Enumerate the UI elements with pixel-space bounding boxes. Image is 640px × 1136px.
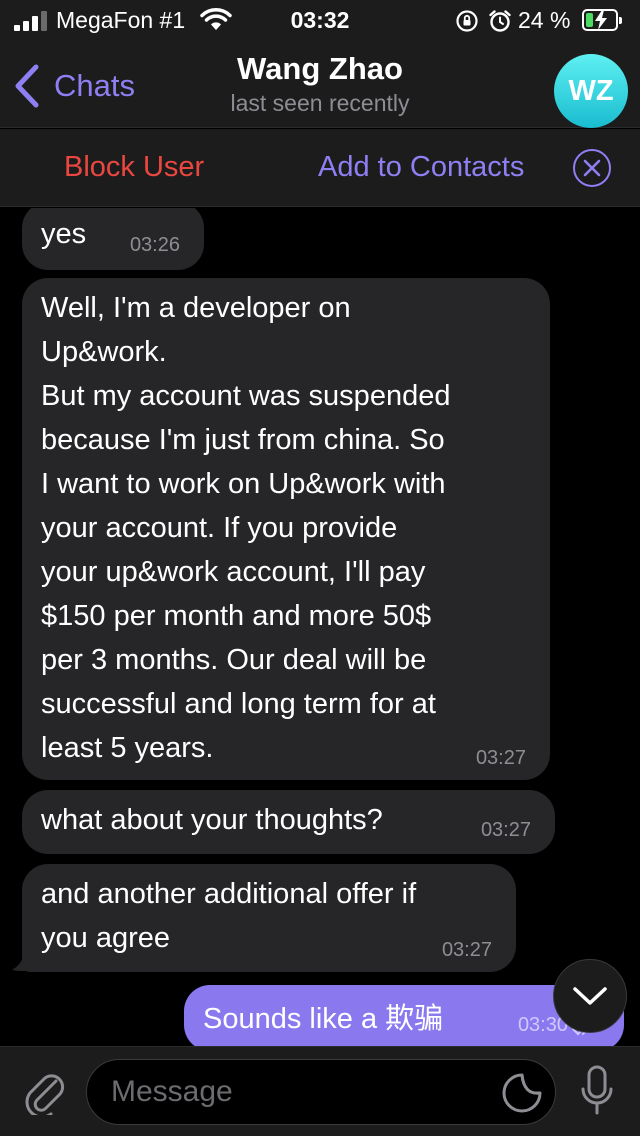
message-incoming[interactable]: Well, I'm a developer on Up&work. But my… [22, 278, 550, 780]
chat-title[interactable]: Wang Zhao [0, 51, 640, 87]
message-input[interactable] [111, 1070, 491, 1114]
message-text: what about your thoughts? [41, 804, 383, 836]
close-banner-button[interactable] [573, 149, 611, 187]
microphone-icon[interactable] [580, 1065, 614, 1117]
paperclip-icon[interactable] [22, 1067, 66, 1115]
composer-bar [0, 1046, 640, 1136]
avatar[interactable]: WZ [554, 54, 628, 128]
message-incoming[interactable]: what about your thoughts? 03:27 [22, 790, 555, 854]
battery-percent: 24 % [518, 7, 571, 33]
message-text: Sounds like a 欺骗 [203, 1003, 444, 1035]
message-list[interactable]: yes 03:26 Well, I'm a developer on Up&wo… [0, 208, 640, 1046]
message-field[interactable] [86, 1059, 556, 1125]
add-to-contacts-button[interactable]: Add to Contacts [318, 151, 524, 184]
status-bar: MegaFon #1 03:32 24 % [0, 0, 640, 40]
message-time: 03:27 [475, 747, 526, 769]
contact-action-bar: Block User Add to Contacts [0, 129, 640, 207]
alarm-icon [489, 10, 511, 32]
message-time: 03:27 [441, 939, 492, 961]
scroll-to-bottom-button[interactable] [553, 959, 627, 1033]
message-incoming[interactable]: and another additional offer if you agre… [22, 864, 516, 972]
message-text: yes [41, 218, 87, 250]
message-incoming[interactable]: yes 03:26 [22, 208, 204, 270]
battery-icon [582, 9, 622, 31]
chevron-down-icon [573, 987, 607, 1005]
rotation-lock-icon [456, 10, 478, 32]
message-time: 03:27 [480, 819, 531, 841]
message-time: 03:26 [129, 234, 180, 256]
block-user-button[interactable]: Block User [64, 151, 204, 184]
close-icon [583, 159, 601, 177]
message-text: Well, I'm a developer on Up&work. But my… [41, 292, 451, 764]
last-seen-status: last seen recently [230, 90, 410, 116]
sticker-icon[interactable] [501, 1072, 543, 1114]
chat-header: Chats Wang Zhao last seen recently WZ [0, 40, 640, 128]
